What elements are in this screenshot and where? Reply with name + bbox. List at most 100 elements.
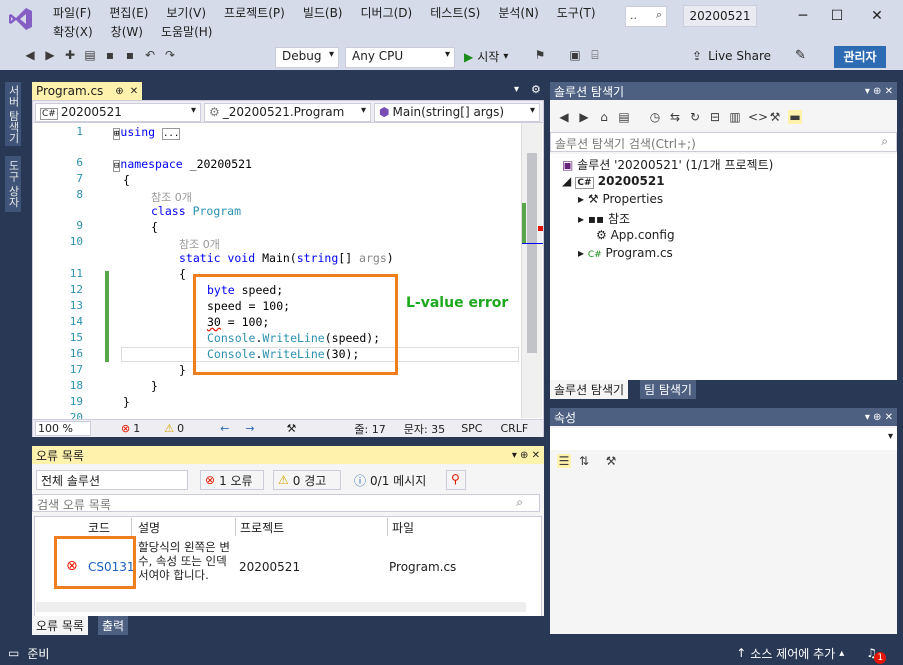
column-header-description[interactable]: 설명 — [134, 518, 236, 536]
vertical-scrollbar[interactable] — [521, 123, 543, 418]
switch-views-icon[interactable]: ▤ — [617, 110, 631, 124]
code-view-icon[interactable]: <> — [748, 110, 768, 124]
scope-dropdown[interactable]: 전체 솔루션 — [36, 470, 188, 490]
errors-filter-button[interactable]: ⊗ 1 오류 — [200, 470, 264, 490]
home-icon[interactable]: ⌂ — [597, 110, 611, 124]
toolbox-tab[interactable]: 도구 상자 — [5, 156, 21, 212]
back-icon[interactable]: ◀ — [23, 48, 37, 62]
panel-controls[interactable]: ▾ ⊕ ✕ — [512, 450, 540, 461]
save-icon[interactable]: ▪ — [103, 48, 117, 62]
open-icon[interactable]: ▤ — [83, 48, 97, 62]
source-control-button[interactable]: 소스 제어에 추가 — [750, 645, 835, 662]
show-all-files-icon[interactable]: ▥ — [728, 110, 742, 124]
horizontal-scrollbar[interactable] — [36, 602, 526, 612]
tree-item-solution[interactable]: ▣ 솔루션 '20200521' (1/1개 프로젝트) — [562, 156, 773, 173]
pending-changes-icon[interactable]: ◷ — [648, 110, 662, 124]
code-editor[interactable]: C#20200521 ⚙_20200521.Program ⬢Main(stri… — [32, 100, 544, 437]
messages-filter-button[interactable]: ⓘ 0/1 메시지 — [350, 470, 440, 490]
close-icon[interactable]: ✕ — [130, 86, 138, 97]
solution-explorer-header: 솔루션 탐색기 ▾ ⊕ ✕ — [550, 82, 897, 100]
share-icon: ⇪ — [692, 49, 703, 63]
properties-wrench-icon[interactable]: ⚒ — [768, 110, 782, 124]
zoom-dropdown[interactable]: 100 % — [35, 421, 91, 436]
menu-item[interactable]: 도구(T) — [548, 4, 605, 21]
menu-item[interactable]: 도움말(H) — [152, 23, 222, 40]
project-nav-dropdown[interactable]: C# 20200521 — [35, 103, 201, 122]
platform-dropdown[interactable]: Any CPU — [345, 47, 455, 68]
configuration-dropdown[interactable]: Debug — [275, 47, 339, 68]
notification-bell-icon[interactable]: ♫ 1 — [866, 646, 887, 664]
tree-item-app-config[interactable]: ⚙ App.config — [596, 228, 675, 242]
server-explorer-tab[interactable]: 서버 탐색기 — [5, 82, 21, 146]
solution-search-input[interactable]: 솔루션 탐색기 검색(Ctrl+;) ⌕ — [550, 132, 897, 152]
save-all-icon[interactable]: ▪ — [123, 48, 137, 62]
panel-controls[interactable]: ▾ ⊕ ✕ — [865, 412, 893, 423]
menu-item[interactable]: 보기(V) — [157, 4, 215, 21]
menu-item[interactable]: 창(W) — [102, 23, 152, 40]
minimize-button[interactable]: ─ — [792, 6, 814, 28]
tree-item-project[interactable]: ◢ C# 20200521 — [562, 174, 665, 189]
menu-item[interactable]: 분석(N) — [489, 4, 547, 21]
error-count[interactable]: 1 — [133, 422, 140, 435]
categorized-icon[interactable]: ☰ — [557, 454, 571, 468]
menu-item[interactable]: 확장(X) — [44, 23, 102, 40]
next-icon[interactable]: → — [245, 422, 254, 435]
comment-icon[interactable]: ⌸ — [588, 48, 602, 62]
tree-item-program-cs[interactable]: ▸ C# Program.cs — [578, 246, 673, 260]
close-window-button[interactable]: ✕ — [866, 6, 888, 28]
reference-count[interactable]: 참조 0개 — [179, 236, 220, 252]
tree-item-references[interactable]: ▸ ▪▪ 참조 — [578, 210, 630, 227]
brush-icon[interactable]: ⚒ — [287, 422, 297, 435]
tab-team-explorer[interactable]: 팀 탐색기 — [640, 380, 696, 399]
error-search-input[interactable]: 검색 오류 목록 ⌕ — [32, 494, 540, 512]
tab-error-list[interactable]: 오류 목록 — [32, 616, 88, 635]
menu-item[interactable]: 편집(E) — [100, 4, 157, 21]
column-header-file[interactable]: 파일 — [388, 518, 528, 536]
undo-icon[interactable]: ↶ — [143, 48, 157, 62]
tab-output[interactable]: 출력 — [98, 616, 129, 635]
warning-count[interactable]: 0 — [177, 422, 184, 435]
menu-item[interactable]: 파일(F) — [44, 4, 100, 21]
back-icon[interactable]: ◀ — [557, 110, 571, 124]
column-header-project[interactable]: 프로젝트 — [236, 518, 388, 536]
menu-item[interactable]: 테스트(S) — [421, 4, 489, 21]
error-list-header: 오류 목록 ▾ ⊕ ✕ — [32, 446, 544, 464]
quick-launch-search[interactable]: ⌕.. — [625, 6, 667, 27]
tree-item-properties[interactable]: ▸ ⚒ Properties — [578, 192, 663, 206]
reference-count[interactable]: 참조 0개 — [151, 189, 192, 205]
dropdown-chevron-icon[interactable]: ▾ — [514, 84, 519, 95]
redo-icon[interactable]: ↷ — [163, 48, 177, 62]
live-share-button[interactable]: ⇪ Live Share — [692, 49, 771, 63]
menu-item[interactable]: 디버그(D) — [352, 4, 422, 21]
menu-item[interactable]: 빌드(B) — [294, 4, 352, 21]
menu-item[interactable]: 프로젝트(P) — [215, 4, 294, 21]
tab-solution-explorer[interactable]: 솔루션 탐색기 — [550, 380, 629, 399]
browser-link-icon[interactable]: ▣ — [568, 48, 582, 62]
forward-icon[interactable]: ▶ — [43, 48, 57, 62]
line-number: 8 — [76, 188, 83, 201]
hot-reload-icon[interactable]: ⚑ — [533, 48, 547, 62]
alphabetical-icon[interactable]: ⇅ — [577, 454, 591, 468]
refresh-icon[interactable]: ↻ — [688, 110, 702, 124]
column-header-code[interactable]: 코드 — [84, 518, 132, 536]
property-pages-icon[interactable]: ⚒ — [604, 454, 618, 468]
new-project-icon[interactable]: ✚ — [63, 48, 77, 62]
sync-icon[interactable]: ⇆ — [668, 110, 682, 124]
feedback-icon[interactable]: ✎ — [795, 48, 806, 63]
member-nav-dropdown[interactable]: ⬢ Main(string[] args) — [374, 103, 540, 122]
scrollbar-thumb[interactable] — [527, 153, 537, 353]
start-button[interactable]: ▶ 시작 ▾ — [464, 48, 508, 65]
prev-icon[interactable]: ← — [220, 422, 229, 435]
forward-icon[interactable]: ▶ — [577, 110, 591, 124]
preview-icon[interactable]: ▬ — [788, 110, 802, 124]
panel-controls[interactable]: ▾ ⊕ ✕ — [865, 86, 893, 97]
collapse-all-icon[interactable]: ⊟ — [708, 110, 722, 124]
maximize-button[interactable]: ☐ — [826, 6, 848, 28]
tab-program-cs[interactable]: Program.cs ⊕ ✕ — [32, 82, 142, 100]
warnings-filter-button[interactable]: ⚠ 0 경고 — [273, 470, 341, 490]
class-nav-dropdown[interactable]: ⚙ _20200521.Program — [204, 103, 371, 122]
settings-gear-icon[interactable]: ⚙ — [531, 83, 541, 96]
pin-icon[interactable]: ⊕ — [115, 86, 123, 97]
filter-icon[interactable]: ⚲ — [446, 470, 466, 490]
object-selector[interactable]: ▾ — [550, 428, 897, 450]
